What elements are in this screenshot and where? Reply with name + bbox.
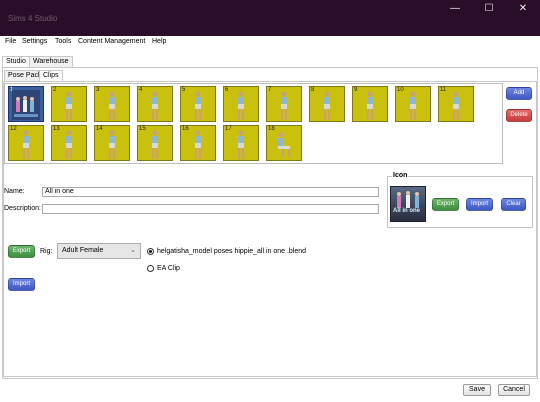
clip-thumb-3[interactable]: 3 [94,86,130,122]
delete-button[interactable]: Delete [506,109,532,122]
clip-thumb-17[interactable]: 17 [223,125,259,161]
ea-clip-radio[interactable] [147,265,154,272]
clip-thumb-5[interactable]: 5 [180,86,216,122]
pose-figure-icon [66,91,72,120]
pose-figure-icon [324,91,330,120]
pose-figure-icon [195,130,201,159]
maximize-button[interactable]: ☐ [472,0,506,18]
clip-number: 4 [139,87,143,93]
add-button[interactable]: Add [506,87,532,100]
clip-number: 8 [311,87,315,93]
clip-thumb-15[interactable]: 15 [137,125,173,161]
clip-number: 13 [53,126,60,132]
icon-import-button[interactable]: Import [466,198,493,211]
menu-bar: File Settings Tools Content Management H… [0,36,540,49]
window-title: Sims 4 Studio [8,14,58,23]
clip-number: 3 [96,87,100,93]
pose-figure-icon [109,91,115,120]
description-field[interactable] [42,204,379,214]
sub-tabs: Pose Pack Clips [4,70,204,82]
clip-number: 16 [182,126,189,132]
clip-export-button[interactable]: Export [8,245,35,258]
pose-figure-icon [367,91,373,120]
clip-number: 6 [225,87,229,93]
rig-label: Rig: [40,248,53,255]
icon-clear-button[interactable]: Clear [501,198,526,211]
pose-figure-icon [238,130,244,159]
pose-figure-icon [281,91,287,120]
clip-thumb-7[interactable]: 7 [266,86,302,122]
menu-content-management[interactable]: Content Management [78,38,145,45]
clip-thumb-14[interactable]: 14 [94,125,130,161]
clip-thumb-6[interactable]: 6 [223,86,259,122]
clip-number: 14 [96,126,103,132]
save-button[interactable]: Save [463,384,491,396]
blend-radio-label: helgatisha_model poses hippie_all in one… [157,248,307,255]
clip-number: 11 [440,87,447,93]
clip-thumb-8[interactable]: 8 [309,86,345,122]
icon-image: All in one [390,186,426,222]
menu-tools[interactable]: Tools [55,38,71,45]
ea-clip-radio-label: EA Clip [157,265,180,272]
pose-figure-icon [453,91,459,120]
minimize-button[interactable]: — [438,0,472,18]
clip-number: 2 [53,87,57,93]
top-tabs: Studio Warehouse [2,56,202,68]
clip-thumb-2[interactable]: 2 [51,86,87,122]
pose-figure-icon [23,130,29,159]
icon-group-legend: Icon [392,172,409,179]
pose-figure-icon [410,91,416,120]
cancel-button[interactable]: Cancel [498,384,530,396]
clip-thumb-4[interactable]: 4 [137,86,173,122]
group-pose-icon [12,90,40,120]
sitting-pose-icon [278,132,290,157]
clip-number: 9 [354,87,358,93]
blend-radio[interactable] [147,248,154,255]
pose-figure-icon [66,130,72,159]
menu-file[interactable]: File [5,38,16,45]
clip-thumb-12[interactable]: 12 [8,125,44,161]
clip-number: 7 [268,87,272,93]
menu-settings[interactable]: Settings [22,38,47,45]
pose-figure-icon [152,91,158,120]
name-label: Name: [4,188,25,195]
name-field[interactable]: All in one [42,187,379,197]
clip-number: 15 [139,126,146,132]
pose-figure-icon [195,91,201,120]
group-pose-icon [397,191,419,208]
clip-number: 5 [182,87,186,93]
close-button[interactable]: ✕ [506,0,540,18]
description-label: Description: [4,205,41,212]
chevron-down-icon: ⌄ [130,247,136,254]
clip-import-button[interactable]: Import [8,278,35,291]
clip-thumb-9[interactable]: 9 [352,86,388,122]
clip-thumb-18[interactable]: 18 [266,125,302,161]
clip-number: 12 [10,126,17,132]
clip-grid: 1 2 3 4 5 6 7 8 9 10 11 12 13 14 15 16 1… [4,83,503,164]
clip-thumb-11[interactable]: 11 [438,86,474,122]
clip-thumb-10[interactable]: 10 [395,86,431,122]
menu-help[interactable]: Help [152,38,166,45]
rig-select-value: Adult Female [62,247,104,254]
clip-number: 17 [225,126,232,132]
icon-image-caption: All in one [393,208,420,214]
icon-export-button[interactable]: Export [432,198,459,211]
pose-figure-icon [238,91,244,120]
tab-warehouse[interactable]: Warehouse [29,56,73,67]
pose-figure-icon [152,130,158,159]
clip-thumb-16[interactable]: 16 [180,125,216,161]
rig-select[interactable]: Adult Female ⌄ [57,243,141,259]
pose-figure-icon [109,130,115,159]
clip-number: 10 [397,87,404,93]
clip-thumb-1[interactable]: 1 [8,86,44,122]
clip-thumb-13[interactable]: 13 [51,125,87,161]
title-bar: Sims 4 Studio — ☐ ✕ [0,0,540,36]
